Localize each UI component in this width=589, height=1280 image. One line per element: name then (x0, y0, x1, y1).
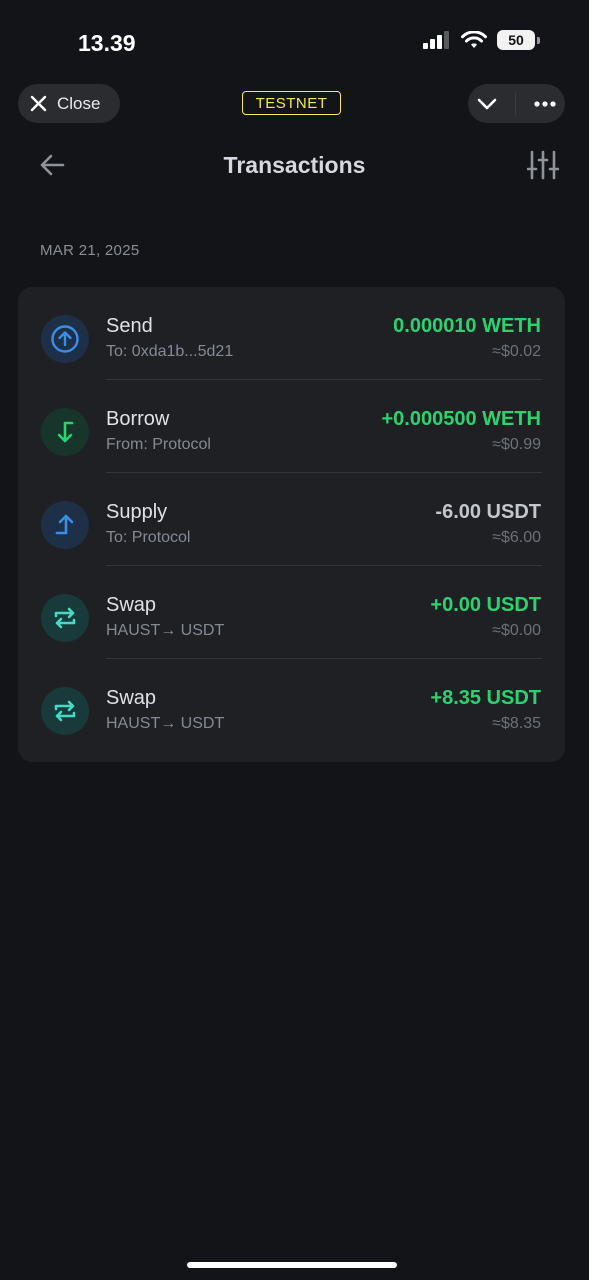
transaction-subtitle: From: Protocol (106, 436, 211, 453)
battery-icon: 50 (497, 30, 540, 50)
transaction-amount: +0.000500 WETH (381, 408, 541, 430)
page-title: Transactions (223, 152, 366, 178)
transaction-amount: +0.00 USDT (430, 594, 541, 616)
close-button[interactable]: Close (18, 84, 120, 123)
transaction-amount: -6.00 USDT (435, 501, 541, 523)
menu-divider (515, 92, 516, 115)
transaction-list: Send To: 0xda1b...5d21 0.000010 WETH ≈$0… (18, 287, 565, 762)
menu-controls (468, 84, 565, 123)
swap-icon (41, 687, 89, 735)
wifi-icon (461, 30, 487, 48)
transaction-fiat-value: ≈$0.99 (492, 436, 541, 453)
swap-arrows-icon (54, 607, 76, 629)
transaction-title: Swap (106, 594, 157, 616)
supply-arrow-icon (55, 514, 74, 535)
close-label: Close (57, 93, 101, 113)
status-time: 13.39 (78, 30, 136, 56)
date-group-header: MAR 21, 2025 (40, 242, 140, 259)
transaction-fiat-value: ≈$0.00 (492, 622, 541, 639)
transaction-title: Supply (106, 501, 168, 523)
transaction-amount: 0.000010 WETH (393, 315, 541, 337)
filter-sliders-icon[interactable] (527, 150, 559, 180)
transaction-subtitle: HAUST→ USDT (106, 715, 225, 732)
transaction-row-borrow[interactable]: Borrow From: Protocol +0.000500 WETH ≈$0… (18, 380, 565, 473)
testnet-badge: TESTNET (242, 91, 341, 115)
borrow-icon (41, 408, 89, 456)
supply-icon (41, 501, 89, 549)
chevron-down-icon[interactable] (477, 97, 497, 111)
close-icon (30, 95, 47, 112)
transaction-title: Swap (106, 687, 157, 709)
transaction-row-supply[interactable]: Supply To: Protocol -6.00 USDT ≈$6.00 (18, 473, 565, 566)
arrow-up-circle-icon (51, 325, 79, 353)
transaction-subtitle: To: Protocol (106, 529, 191, 546)
battery-level: 50 (508, 32, 524, 48)
swap-icon (41, 594, 89, 642)
transaction-fiat-value: ≈$8.35 (492, 715, 541, 732)
more-icon[interactable] (534, 100, 556, 107)
swap-arrows-icon (54, 700, 76, 722)
send-icon (41, 315, 89, 363)
transaction-title: Send (106, 315, 153, 337)
transaction-fiat-value: ≈$0.02 (492, 343, 541, 360)
transaction-row-swap[interactable]: Swap HAUST→ USDT +0.00 USDT ≈$0.00 (18, 566, 565, 659)
transaction-fiat-value: ≈$6.00 (492, 529, 541, 546)
transaction-subtitle: To: 0xda1b...5d21 (106, 343, 234, 360)
transaction-row-send[interactable]: Send To: 0xda1b...5d21 0.000010 WETH ≈$0… (18, 287, 565, 380)
borrow-arrow-icon (57, 421, 74, 443)
transaction-amount: +8.35 USDT (430, 687, 541, 709)
signal-icon (423, 31, 449, 49)
transaction-subtitle: HAUST→ USDT (106, 622, 225, 639)
transaction-row-swap[interactable]: Swap HAUST→ USDT +8.35 USDT ≈$8.35 (18, 659, 565, 752)
transaction-title: Borrow (106, 408, 170, 430)
home-indicator (187, 1262, 397, 1268)
status-icons: 50 (423, 30, 540, 50)
